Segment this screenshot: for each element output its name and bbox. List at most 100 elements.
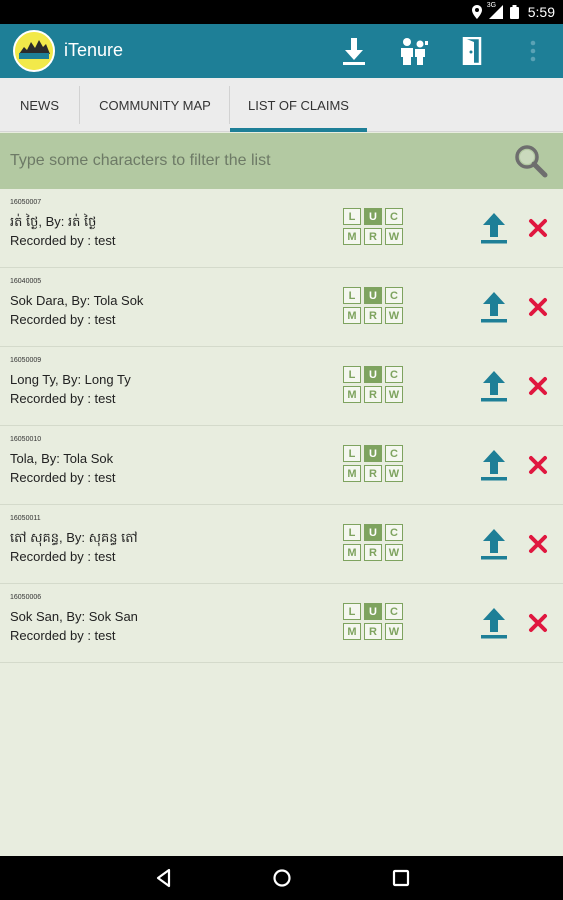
claim-title: តៅ សុគន្ធ, By: សុគន្ធ តៅ <box>10 530 138 545</box>
status-cell-u: U <box>364 524 382 541</box>
status-cell-r: R <box>364 544 382 561</box>
delete-claim-button[interactable] <box>526 374 550 398</box>
system-nav-bar <box>0 856 563 900</box>
claim-row[interactable]: 16040005 Sok Dara, By: Tola Sok Recorded… <box>0 268 563 347</box>
upload-claim-button[interactable] <box>478 605 510 641</box>
claim-row[interactable]: 16050006 Sok San, By: Sok San Recorded b… <box>0 584 563 663</box>
claim-recorded-by: Recorded by : test <box>10 391 116 406</box>
claim-title: រត់ ថ្ងៃ, By: រត់ ថ្ងៃ <box>10 214 97 229</box>
status-cell-l: L <box>343 603 361 620</box>
exit-button[interactable] <box>455 34 489 68</box>
delete-claim-button[interactable] <box>526 216 550 240</box>
search-button[interactable] <box>513 143 549 179</box>
delete-claim-button[interactable] <box>526 453 550 477</box>
status-cell-m: M <box>343 228 361 245</box>
status-cell-m: M <box>343 386 361 403</box>
status-cell-c: C <box>385 366 403 383</box>
status-cell-u: U <box>364 445 382 462</box>
delete-claim-button[interactable] <box>526 532 550 556</box>
status-icons: 3G 5:59 <box>471 2 555 20</box>
status-cell-l: L <box>343 208 361 225</box>
claim-status-grid: LUC MRW <box>343 208 405 245</box>
back-button[interactable] <box>152 866 176 890</box>
home-button[interactable] <box>270 866 294 890</box>
filter-bar <box>0 133 563 189</box>
upload-claim-button[interactable] <box>478 289 510 325</box>
status-cell-l: L <box>343 287 361 304</box>
download-button[interactable] <box>337 34 371 68</box>
status-cell-w: W <box>385 544 403 561</box>
tab-community-map[interactable]: COMMUNITY MAP <box>80 78 230 132</box>
status-cell-u: U <box>364 287 382 304</box>
claim-title: Long Ty, By: Long Ty <box>10 372 131 387</box>
status-cell-l: L <box>343 445 361 462</box>
filter-input[interactable] <box>0 133 500 189</box>
status-cell-r: R <box>364 228 382 245</box>
claim-status-grid: LUC MRW <box>343 445 405 482</box>
back-icon <box>156 868 171 888</box>
upload-icon <box>481 371 507 402</box>
status-cell-c: C <box>385 524 403 541</box>
more-button[interactable] <box>516 34 550 68</box>
status-cell-m: M <box>343 307 361 324</box>
upload-claim-button[interactable] <box>478 447 510 483</box>
status-time: 5:59 <box>527 4 555 20</box>
claim-id: 16050006 <box>10 594 42 601</box>
upload-claim-button[interactable] <box>478 368 510 404</box>
upload-claim-button[interactable] <box>478 210 510 246</box>
more-vert-icon <box>530 40 536 62</box>
app-title: iTenure <box>64 40 124 60</box>
claim-status-grid: LUC MRW <box>343 524 405 561</box>
status-cell-l: L <box>343 366 361 383</box>
location-icon <box>471 5 482 19</box>
claim-status-grid: LUC MRW <box>343 603 405 640</box>
claim-row[interactable]: 16050007 រត់ ថ្ងៃ, By: រត់ ថ្ងៃ Recorded… <box>0 189 563 268</box>
active-tab-indicator <box>230 128 367 132</box>
status-cell-u: U <box>364 603 382 620</box>
status-cell-u: U <box>364 208 382 225</box>
claim-id: 16050010 <box>10 436 42 443</box>
upload-icon <box>481 213 507 244</box>
status-cell-m: M <box>343 544 361 561</box>
upload-icon <box>481 450 507 481</box>
upload-claim-button[interactable] <box>478 526 510 562</box>
status-cell-m: M <box>343 465 361 482</box>
claim-status-grid: LUC MRW <box>343 287 405 324</box>
claim-title: Tola, By: Tola Sok <box>10 451 114 466</box>
claim-recorded-by: Recorded by : test <box>10 549 116 564</box>
claim-id: 16050011 <box>10 515 41 522</box>
tab-news[interactable]: NEWS <box>0 78 79 132</box>
status-cell-m: M <box>343 623 361 640</box>
upload-icon <box>481 608 507 639</box>
close-icon <box>529 535 547 553</box>
claim-row[interactable]: 16050009 Long Ty, By: Long Ty Recorded b… <box>0 347 563 426</box>
status-cell-r: R <box>364 386 382 403</box>
tab-list-of-claims[interactable]: LIST OF CLAIMS <box>230 78 367 132</box>
status-cell-r: R <box>364 307 382 324</box>
claim-row[interactable]: 16050011 តៅ សុគន្ធ, By: សុគន្ធ តៅ Record… <box>0 505 563 584</box>
delete-claim-button[interactable] <box>526 611 550 635</box>
upload-icon <box>481 292 507 323</box>
users-button[interactable] <box>397 34 431 68</box>
claim-id: 16050009 <box>10 357 42 364</box>
home-icon <box>273 869 291 887</box>
status-cell-c: C <box>385 603 403 620</box>
claim-id: 16050007 <box>10 199 42 206</box>
claim-recorded-by: Recorded by : test <box>10 628 116 643</box>
status-cell-c: C <box>385 287 403 304</box>
claim-title: Sok San, By: Sok San <box>10 609 138 624</box>
status-cell-c: C <box>385 445 403 462</box>
status-cell-w: W <box>385 228 403 245</box>
delete-claim-button[interactable] <box>526 295 550 319</box>
status-cell-l: L <box>343 524 361 541</box>
signal-icon: 3G <box>487 2 503 19</box>
battery-icon <box>509 5 519 19</box>
claim-row[interactable]: 16050010 Tola, By: Tola Sok Recorded by … <box>0 426 563 505</box>
tab-list-of-claims-label: LIST OF CLAIMS <box>248 97 349 113</box>
claim-title: Sok Dara, By: Tola Sok <box>10 293 144 308</box>
status-cell-w: W <box>385 307 403 324</box>
recents-button[interactable] <box>389 866 413 890</box>
status-cell-w: W <box>385 623 403 640</box>
close-icon <box>529 456 547 474</box>
exit-icon <box>462 37 482 65</box>
